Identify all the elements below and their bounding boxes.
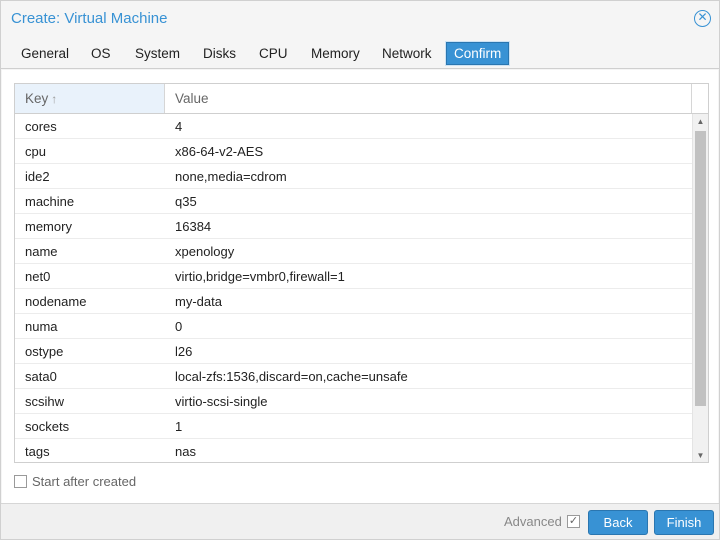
finish-button[interactable]: Finish bbox=[654, 510, 714, 535]
vertical-scrollbar[interactable]: ▲ ▼ bbox=[692, 114, 708, 462]
cell-value: virtio-scsi-single bbox=[175, 394, 268, 409]
cell-value: 4 bbox=[175, 119, 183, 134]
create-vm-dialog: Create: Virtual Machine ✕ General OS Sys… bbox=[0, 0, 720, 540]
column-header-value[interactable]: Value bbox=[165, 84, 692, 113]
scroll-up-icon[interactable]: ▲ bbox=[693, 114, 708, 130]
start-after-created-checkbox[interactable] bbox=[14, 475, 27, 488]
tab-disks[interactable]: Disks bbox=[195, 42, 244, 65]
confirm-panel: Key ↑ Value cores 4 cpu x86-64-v2-AES ide2 n… bbox=[2, 70, 718, 503]
start-after-created-label: Start after created bbox=[32, 474, 137, 489]
column-header-key[interactable]: Key ↑ bbox=[15, 84, 165, 113]
tab-memory[interactable]: Memory bbox=[303, 42, 368, 65]
scrollbar-thumb[interactable] bbox=[695, 131, 706, 406]
cell-key: cores bbox=[25, 119, 57, 134]
cell-key: ostype bbox=[25, 344, 64, 359]
table-row[interactable]: nodename my-data bbox=[15, 289, 692, 314]
table-row[interactable]: tags nas bbox=[15, 439, 692, 462]
dialog-title: Create: Virtual Machine bbox=[11, 10, 168, 27]
grid-header: Key ↑ Value bbox=[15, 84, 708, 114]
table-row[interactable]: scsihw virtio-scsi-single bbox=[15, 389, 692, 414]
cell-value: 16384 bbox=[175, 219, 212, 234]
cell-key: ide2 bbox=[25, 169, 50, 184]
table-row[interactable]: numa 0 bbox=[15, 314, 692, 339]
cell-value: my-data bbox=[175, 294, 222, 309]
cell-value: x86-64-v2-AES bbox=[175, 144, 264, 159]
wizard-tabbar: General OS System Disks CPU Memory Netwo… bbox=[1, 37, 719, 69]
cell-value: xpenology bbox=[175, 244, 235, 259]
tab-confirm[interactable]: Confirm bbox=[446, 42, 510, 65]
cell-value: l26 bbox=[175, 344, 193, 359]
tab-cpu[interactable]: CPU bbox=[251, 42, 296, 65]
tab-network[interactable]: Network bbox=[374, 42, 440, 65]
cell-key: tags bbox=[25, 444, 50, 459]
tab-general[interactable]: General bbox=[13, 42, 77, 65]
cell-value: local-zfs:1536,discard=on,cache=unsafe bbox=[175, 369, 408, 384]
table-row[interactable]: memory 16384 bbox=[15, 214, 692, 239]
cell-key: memory bbox=[25, 219, 72, 234]
tab-os[interactable]: OS bbox=[83, 42, 119, 65]
scroll-down-icon[interactable]: ▼ bbox=[693, 448, 708, 462]
summary-grid: Key ↑ Value cores 4 cpu x86-64-v2-AES ide2 n… bbox=[14, 83, 709, 463]
table-row[interactable]: cpu x86-64-v2-AES bbox=[15, 139, 692, 164]
cell-key: machine bbox=[25, 194, 75, 209]
cell-key: net0 bbox=[25, 269, 51, 284]
cell-value: nas bbox=[175, 444, 196, 459]
dialog-footer: Advanced ✓ Back Finish bbox=[1, 503, 719, 539]
advanced-checkbox[interactable]: ✓ bbox=[567, 515, 580, 528]
table-row[interactable]: net0 virtio,bridge=vmbr0,firewall=1 bbox=[15, 264, 692, 289]
cell-key: cpu bbox=[25, 144, 46, 159]
cell-value: none,media=cdrom bbox=[175, 169, 287, 184]
tab-system[interactable]: System bbox=[127, 42, 188, 65]
cell-key: numa bbox=[25, 319, 58, 334]
cell-key: name bbox=[25, 244, 58, 259]
close-icon[interactable]: ✕ bbox=[694, 10, 711, 27]
table-row[interactable]: machine q35 bbox=[15, 189, 692, 214]
cell-key: nodename bbox=[25, 294, 87, 309]
table-row[interactable]: cores 4 bbox=[15, 114, 692, 139]
cell-value: virtio,bridge=vmbr0,firewall=1 bbox=[175, 269, 345, 284]
table-row[interactable]: ostype l26 bbox=[15, 339, 692, 364]
cell-key: scsihw bbox=[25, 394, 65, 409]
cell-value: 1 bbox=[175, 419, 183, 434]
sort-ascending-icon: ↑ bbox=[51, 92, 58, 106]
cell-key: sockets bbox=[25, 419, 70, 434]
advanced-label: Advanced bbox=[504, 514, 562, 529]
back-button[interactable]: Back bbox=[588, 510, 648, 535]
cell-value: 0 bbox=[175, 319, 183, 334]
cell-key: sata0 bbox=[25, 369, 57, 384]
table-row[interactable]: ide2 none,media=cdrom bbox=[15, 164, 692, 189]
cell-value: q35 bbox=[175, 194, 197, 209]
table-row[interactable]: sockets 1 bbox=[15, 414, 692, 439]
grid-body: cores 4 cpu x86-64-v2-AES ide2 none,media=c… bbox=[15, 114, 692, 462]
dialog-titlebar: Create: Virtual Machine ✕ bbox=[1, 1, 719, 37]
table-row[interactable]: sata0 local-zfs:1536,discard=on,cache=uns… bbox=[15, 364, 692, 389]
table-row[interactable]: name xpenology bbox=[15, 239, 692, 264]
